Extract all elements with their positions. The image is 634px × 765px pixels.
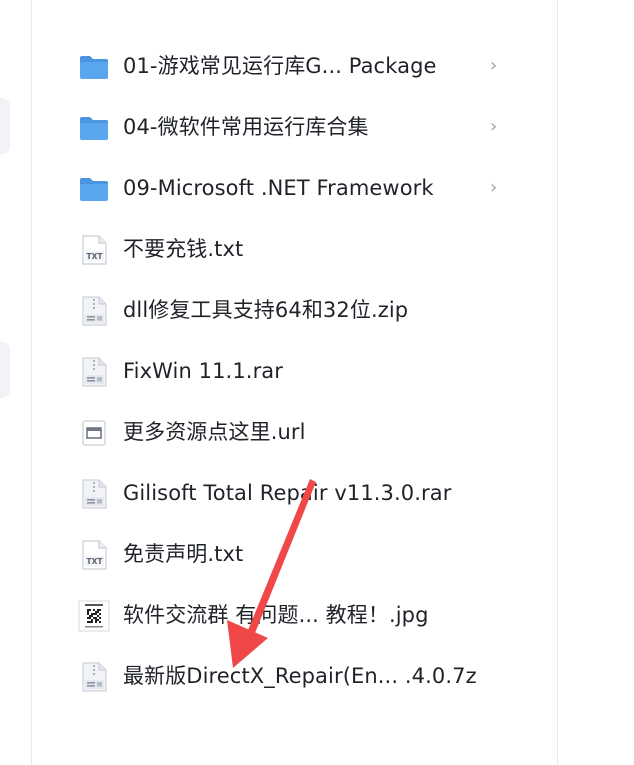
url-file-icon xyxy=(78,417,110,449)
qr-image-icon xyxy=(78,600,110,632)
file-row[interactable]: dll修复工具支持64和32位.zip xyxy=(32,280,557,341)
file-name: 更多资源点这里.url xyxy=(123,420,306,444)
file-name: Gilisoft Total Repair v11.3.0.rar xyxy=(123,481,452,505)
file-list: 01-游戏常见运行库G... Package › 04-微软件常用运行库合集 › 09-… xyxy=(32,36,557,707)
svg-text:TXT: TXT xyxy=(86,252,103,261)
file-name: dll修复工具支持64和32位.zip xyxy=(123,298,409,322)
side-nav-tab[interactable] xyxy=(0,342,10,398)
file-name: FixWin 11.1.rar xyxy=(123,359,284,383)
file-name: 09-Microsoft .NET Framework xyxy=(123,176,434,200)
folder-icon xyxy=(78,51,110,83)
file-row[interactable]: Gilisoft Total Repair v11.3.0.rar xyxy=(32,463,557,524)
side-nav-tab[interactable] xyxy=(0,98,10,154)
folder-row[interactable]: 01-游戏常见运行库G... Package › xyxy=(32,36,557,97)
file-name: 免责声明.txt xyxy=(123,542,244,566)
file-name: 01-游戏常见运行库G... Package xyxy=(123,54,437,78)
file-row[interactable]: FixWin 11.1.rar xyxy=(32,341,557,402)
file-row[interactable]: 软件交流群 有问题... 教程！.jpg xyxy=(32,585,557,646)
svg-text:TXT: TXT xyxy=(86,557,103,566)
folder-icon xyxy=(78,112,110,144)
file-row[interactable]: TXT 免责声明.txt xyxy=(32,524,557,585)
file-name: 不要充钱.txt xyxy=(123,237,244,261)
folder-row[interactable]: 09-Microsoft .NET Framework › xyxy=(32,158,557,219)
file-name: 04-微软件常用运行库合集 xyxy=(123,115,369,139)
file-row[interactable]: 最新版DirectX_Repair(En... .4.0.7z xyxy=(32,646,557,707)
file-list-panel: 01-游戏常见运行库G... Package › 04-微软件常用运行库合集 › 09-… xyxy=(31,0,558,765)
file-row[interactable]: 更多资源点这里.url xyxy=(32,402,557,463)
chevron-right-icon[interactable]: › xyxy=(490,177,497,199)
txt-file-icon: TXT xyxy=(78,539,110,571)
file-name: 软件交流群 有问题... 教程！.jpg xyxy=(123,603,429,627)
file-name: 最新版DirectX_Repair(En... .4.0.7z xyxy=(123,664,477,688)
archive-file-icon xyxy=(78,295,110,327)
folder-row[interactable]: 04-微软件常用运行库合集 › xyxy=(32,97,557,158)
file-row[interactable]: TXT 不要充钱.txt xyxy=(32,219,557,280)
archive-file-icon xyxy=(78,478,110,510)
chevron-right-icon[interactable]: › xyxy=(490,116,497,138)
file-browser-page: 01-游戏常见运行库G... Package › 04-微软件常用运行库合集 › 09-… xyxy=(0,0,634,765)
txt-file-icon: TXT xyxy=(78,234,110,266)
archive-file-icon xyxy=(78,356,110,388)
archive-file-icon xyxy=(78,661,110,693)
chevron-right-icon[interactable]: › xyxy=(490,55,497,77)
folder-icon xyxy=(78,173,110,205)
